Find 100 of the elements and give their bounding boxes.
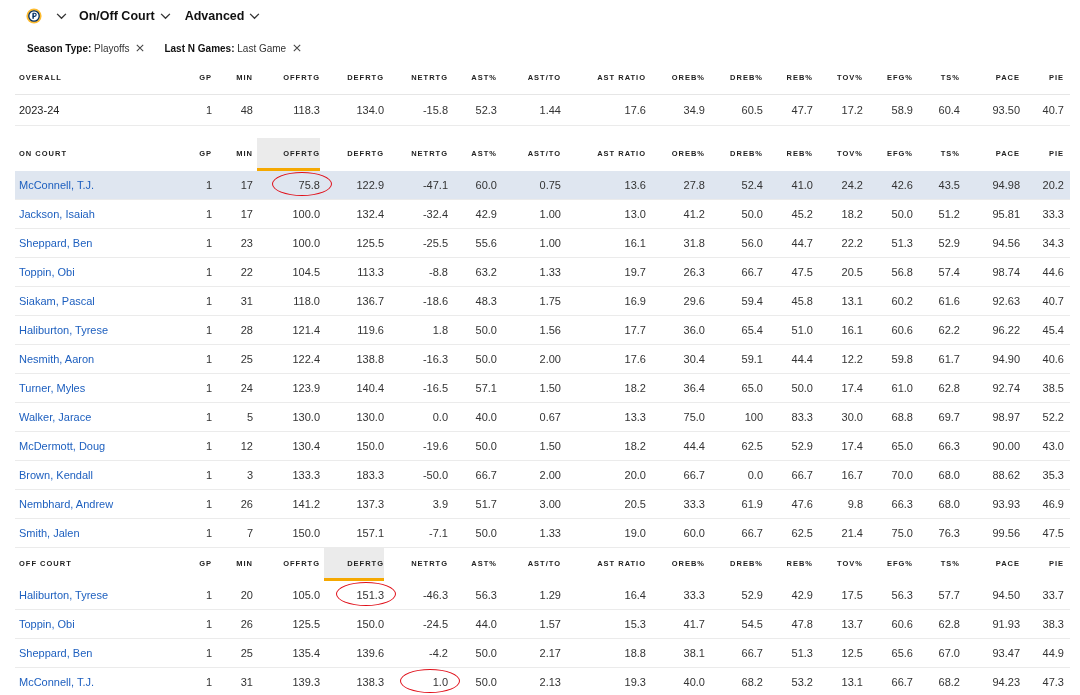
player-link[interactable]: Toppin, Obi: [15, 618, 75, 630]
table-cell: 62.2: [938, 324, 960, 336]
table-cell: 68.0: [938, 469, 960, 481]
table-cell: 44.4: [791, 353, 813, 365]
table-cell: -8.8: [429, 266, 448, 278]
table-cell: 50.0: [475, 527, 497, 539]
table-cell: 7: [246, 527, 253, 539]
table-cell: 93.50: [992, 104, 1020, 116]
table-cell: 16.7: [841, 469, 863, 481]
player-link[interactable]: Siakam, Pascal: [15, 295, 95, 307]
table-cell: 61.9: [741, 498, 763, 510]
player-link[interactable]: Nembhard, Andrew: [15, 498, 114, 510]
table-cell: 1.56: [539, 324, 561, 336]
player-link[interactable]: Haliburton, Tyrese: [15, 589, 109, 601]
player-link[interactable]: Brown, Kendall: [15, 469, 93, 481]
table-cell: 31.8: [683, 237, 705, 249]
table-cell: 42.9: [475, 208, 497, 220]
table-cell: 56.0: [741, 237, 763, 249]
player-link[interactable]: Sheppard, Ben: [15, 647, 93, 659]
chevron-down-icon[interactable]: [56, 12, 67, 20]
chevron-down-icon[interactable]: [159, 12, 171, 20]
table-cell: 62.5: [741, 440, 763, 452]
table-cell: 0.75: [539, 179, 561, 191]
player-link[interactable]: Nesmith, Aaron: [15, 353, 95, 365]
table-cell: 5: [246, 411, 253, 423]
table-cell: 183.3: [356, 469, 384, 481]
table-cell: 54.5: [741, 618, 763, 630]
dropdown-menu[interactable]: Advanced: [182, 9, 263, 23]
table-cell: 41.2: [683, 208, 705, 220]
table-cell: 1: [205, 527, 212, 539]
player-link[interactable]: McConnell, T.J.: [15, 676, 94, 688]
table-cell: 2.17: [539, 647, 561, 659]
team-logo-icon[interactable]: [26, 8, 42, 24]
table-cell: 50.0: [475, 647, 497, 659]
player-link[interactable]: Smith, Jalen: [15, 527, 80, 539]
table-cell: 57.4: [938, 266, 960, 278]
table-cell: 41.0: [791, 179, 813, 191]
player-link[interactable]: Turner, Myles: [15, 382, 86, 394]
player-link[interactable]: Jackson, Isaiah: [15, 208, 95, 220]
table-cell: 66.7: [741, 527, 763, 539]
table-cell: -16.3: [422, 353, 448, 365]
player-link[interactable]: McConnell, T.J.: [15, 179, 94, 191]
table-cell: 2.00: [539, 469, 561, 481]
table-cell: 60.0: [683, 527, 705, 539]
table-cell: 118.0: [293, 295, 320, 307]
table-cell: 60.2: [891, 295, 913, 307]
dropdown-menu[interactable]: On/Off Court: [77, 9, 173, 23]
close-icon[interactable]: [293, 44, 302, 52]
table-cell: 66.7: [475, 469, 497, 481]
table-cell: 56.3: [891, 589, 913, 601]
table-cell: 2.13: [539, 676, 561, 688]
table-cell: 40.7: [1042, 295, 1064, 307]
filter-label: Season Type: Playoffs: [27, 42, 130, 54]
table-cell: 17.6: [624, 104, 646, 116]
table-cell: 76.3: [938, 527, 960, 539]
table-cell: 66.7: [791, 469, 813, 481]
player-link[interactable]: Haliburton, Tyrese: [15, 324, 109, 336]
table-cell: 98.97: [992, 411, 1020, 423]
table-cell: -18.6: [422, 295, 448, 307]
table-cell: 41.7: [683, 618, 705, 630]
player-link[interactable]: Sheppard, Ben: [15, 237, 93, 249]
table-cell: 121.4: [292, 324, 320, 336]
table-cell: 93.47: [992, 647, 1020, 659]
table-cell: -47.1: [422, 179, 448, 191]
table-cell: 24: [240, 382, 253, 394]
table-cell: 26: [240, 618, 253, 630]
table-cell: 157.1: [356, 527, 384, 539]
player-link[interactable]: Toppin, Obi: [15, 266, 75, 278]
table-cell: 1: [205, 676, 212, 688]
table-cell: 68.8: [891, 411, 913, 423]
table-cell: 1: [205, 295, 212, 307]
table-cell: 40.0: [683, 676, 705, 688]
table-cell: 75.0: [891, 527, 913, 539]
chevron-down-icon[interactable]: [249, 12, 261, 20]
close-icon[interactable]: [136, 44, 145, 52]
table-cell: 36.0: [683, 324, 705, 336]
table-cell: 136.7: [356, 295, 384, 307]
season-label: 2023-24: [18, 104, 60, 116]
table-cell: 17.5: [841, 589, 863, 601]
table-cell: 35.3: [1042, 469, 1064, 481]
table-cell: 44.0: [475, 618, 497, 630]
table-cell: 104.5: [292, 266, 320, 278]
table-cell: 38.5: [1042, 382, 1064, 394]
table-cell: 52.3: [475, 104, 497, 116]
table-cell: 36.4: [683, 382, 705, 394]
table-cell: -32.4: [422, 208, 448, 220]
table-cell: 62.8: [938, 618, 960, 630]
table-cell: 26: [240, 498, 253, 510]
table-cell: 113.3: [357, 266, 384, 278]
table-cell: 50.0: [891, 208, 913, 220]
table-cell: 51.3: [891, 237, 913, 249]
table-cell: 75.0: [683, 411, 705, 423]
table-cell: 125.5: [292, 618, 320, 630]
table-cell: 47.5: [1042, 527, 1064, 539]
player-link[interactable]: Walker, Jarace: [15, 411, 92, 423]
table-cell: 34.3: [1042, 237, 1064, 249]
table-cell: 1.29: [539, 589, 561, 601]
table-cell: 140.4: [356, 382, 384, 394]
player-link[interactable]: McDermott, Doug: [15, 440, 106, 452]
table-cell: 60.0: [475, 179, 497, 191]
